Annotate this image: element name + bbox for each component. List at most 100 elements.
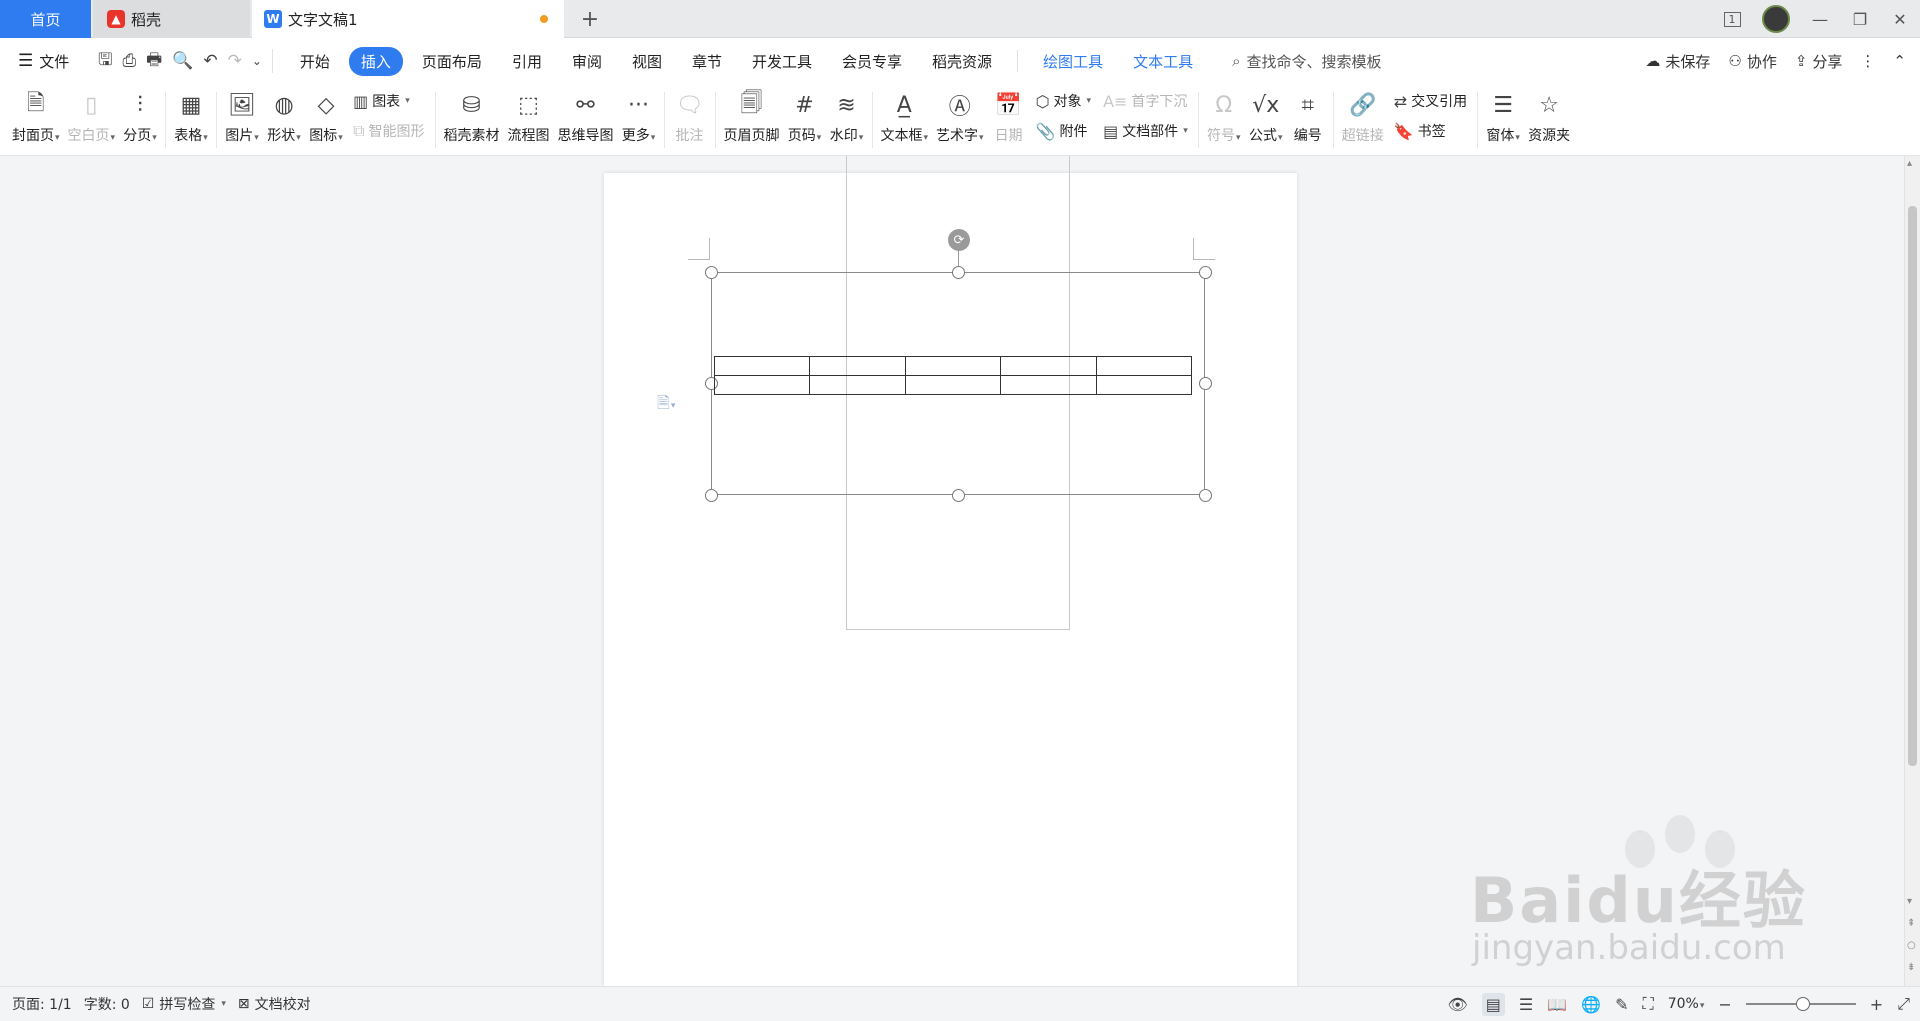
table-cell[interactable] [809,375,906,395]
eye-protection-icon[interactable]: 👁 [1447,995,1467,1014]
symbol-button[interactable]: Ω 符号▾ [1207,84,1241,156]
fullscreen-icon[interactable]: ⤢ [1897,994,1910,1014]
spell-check-button[interactable]: ☑ 拼写检查 ▾ [142,994,226,1014]
fit-page-icon[interactable]: ⛶ [1643,994,1654,1014]
customize-toolbar-icon[interactable]: ⌄ [252,54,262,68]
resize-handle-bottom-right[interactable] [1199,489,1212,502]
document-table[interactable] [713,356,1193,395]
page-number-button[interactable]: # 页码▾ [788,84,822,156]
dropcap-button[interactable]: A≡ 首字下沉 [1103,90,1188,112]
textbox-button[interactable]: A̲ 文本框▾ [881,84,929,156]
print-preview-icon[interactable]: 🔍 [172,51,193,71]
page-break-button[interactable]: ⫶ 分页▾ [123,84,157,156]
zoom-out-icon[interactable]: − [1718,995,1731,1014]
daoke-material-button[interactable]: ⛁ 稻壳素材 [444,84,500,156]
table-cell[interactable] [1000,356,1097,376]
undo-icon[interactable]: ↶ [203,51,217,71]
select-browse-icon[interactable]: ○ [1907,940,1916,951]
mindmap-button[interactable]: ⚯ 思维导图 [558,84,614,156]
resize-handle-bottom-left[interactable] [705,489,718,502]
more-options-icon[interactable]: ⋮ [1860,52,1875,70]
close-button[interactable]: ✕ [1880,0,1920,38]
share-button[interactable]: ⇪ 分享 [1795,51,1843,72]
save-icon[interactable]: 🖫 [98,47,112,76]
window-count-icon[interactable]: 1 [1712,0,1752,38]
resource-folder-button[interactable]: ☆ 资源夹 [1528,84,1570,156]
page-view-icon[interactable]: ▤ [1481,992,1505,1016]
hyperlink-button[interactable]: 🔗 超链接 [1342,84,1384,156]
vertical-scrollbar[interactable]: ▴ ▾ ⇞ ○ ⇟ [1904,156,1920,986]
icons-button[interactable]: ◇ 图标▾ [309,84,343,156]
table-cell[interactable] [1000,375,1097,395]
menu-daoke-resources[interactable]: 稻壳资源 [917,51,1007,72]
resize-handle-right[interactable] [1199,377,1212,390]
resize-handle-top-left[interactable] [705,266,718,279]
rotate-handle-icon[interactable]: ⟳ [948,229,970,251]
export-pdf-icon[interactable]: ⎙ [122,51,136,71]
bookmark-button[interactable]: 🔖 书签 [1394,120,1467,142]
doc-parts-button[interactable]: ▤ 文档部件 ▾ [1103,120,1188,142]
object-button[interactable]: ⬡ 对象 ▾ [1036,90,1092,112]
resize-handle-top[interactable] [952,266,965,279]
menu-member[interactable]: 会员专享 [827,51,917,72]
reading-view-icon[interactable]: 📖 [1547,995,1567,1014]
restore-button[interactable]: ❐ [1840,0,1880,38]
next-page-icon[interactable]: ⇟ [1907,962,1915,973]
formula-button[interactable]: √x 公式▾ [1249,84,1283,156]
numbering-button[interactable]: ⌗ 编号 [1291,84,1325,156]
layout-options-icon[interactable]: 🗎▾ [657,392,675,419]
resize-handle-top-right[interactable] [1199,266,1212,279]
menu-review[interactable]: 审阅 [557,51,617,72]
unsaved-button[interactable]: ☁ 未保存 [1645,51,1710,72]
scroll-up-icon[interactable]: ▴ [1907,158,1912,169]
attachment-button[interactable]: 📎 附件 [1036,120,1092,142]
tab-document[interactable]: W 文字文稿1 [252,0,564,38]
menu-references[interactable]: 引用 [497,51,557,72]
menu-layout[interactable]: 页面布局 [407,51,497,72]
wordart-button[interactable]: Ⓐ 艺术字▾ [936,84,984,156]
command-search[interactable]: ⌕ 查找命令、搜索模板 [1208,51,1381,72]
prev-page-icon[interactable]: ⇞ [1907,918,1915,929]
cover-page-button[interactable]: 🗎 封面页▾ [12,84,60,156]
menu-drawing-tools[interactable]: 绘图工具 [1028,51,1118,72]
shape-button[interactable]: ◍ 形状▾ [267,84,301,156]
menu-view[interactable]: 视图 [617,51,677,72]
crossref-button[interactable]: ⇄ 交叉引用 [1394,90,1467,112]
table-cell[interactable] [809,356,906,376]
table-cell[interactable] [904,375,1002,395]
watermark-button[interactable]: ≋ 水印▾ [830,84,864,156]
tab-home[interactable]: 首页 [0,0,91,38]
blank-page-button[interactable]: ▯ 空白页▾ [68,84,116,156]
zoom-slider[interactable] [1745,997,1856,1011]
flowchart-button[interactable]: ⬚ 流程图 [508,84,550,156]
collapse-ribbon-icon[interactable]: ⌃ [1893,52,1906,70]
chart-button[interactable]: ▥ 图表 ▾ [353,90,424,112]
page-indicator[interactable]: 页面: 1/1 [12,994,72,1014]
print-icon[interactable]: 🖶 [146,47,162,76]
zoom-slider-knob[interactable] [1795,997,1810,1011]
minimize-button[interactable]: — [1800,0,1840,38]
menu-section[interactable]: 章节 [677,51,737,72]
smartart-button[interactable]: ⧉ 智能图形 [353,120,424,142]
menu-home[interactable]: 开始 [285,51,345,72]
outline-view-icon[interactable]: ☰ [1519,995,1533,1014]
pen-icon[interactable]: ✎ [1615,995,1628,1014]
table-cell[interactable] [1095,356,1193,376]
form-button[interactable]: ☰ 窗体▾ [1486,84,1520,156]
date-button[interactable]: 📅 日期 [992,84,1026,156]
picture-button[interactable]: 🖼 图片▾ [225,84,259,156]
web-view-icon[interactable]: 🌐 [1581,995,1601,1014]
comment-button[interactable]: 🗨 批注 [673,84,707,156]
table-button[interactable]: ▦ 表格▾ [174,84,208,156]
table-cell[interactable] [713,375,811,395]
menu-insert[interactable]: 插入 [348,46,403,76]
redo-icon[interactable]: ↷ [228,51,242,71]
tab-daoke[interactable]: ▲ 稻壳 [93,0,250,38]
collaborate-button[interactable]: ⚇ 协作 [1728,51,1776,72]
doc-proofread-button[interactable]: ⊠ 文档校对 [238,994,311,1014]
resize-handle-bottom[interactable] [952,489,965,502]
header-footer-button[interactable]: 🗐 页眉页脚 [724,84,780,156]
scroll-down-icon[interactable]: ▾ [1907,896,1912,907]
table-cell[interactable] [904,356,1002,376]
scroll-thumb[interactable] [1908,206,1917,766]
